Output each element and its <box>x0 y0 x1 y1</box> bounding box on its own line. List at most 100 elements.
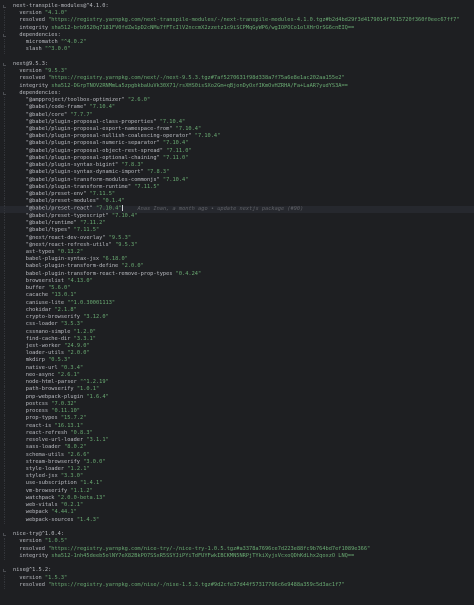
code-line[interactable]: version "9.5.3" <box>0 68 474 76</box>
code-line[interactable]: resolved "https://registry.yarnpkg.com/n… <box>0 581 474 589</box>
fold-icon[interactable] <box>3 569 6 573</box>
code-line[interactable] <box>0 54 474 61</box>
code-line[interactable]: dependencies: <box>0 90 474 97</box>
indent-guide <box>4 169 5 177</box>
code-line[interactable]: use-subscription "1.4.1" <box>0 480 474 488</box>
code-line[interactable]: stream-browserify "3.0.0" <box>0 458 474 466</box>
code-line[interactable]: web-vitals "0.2.1" <box>0 502 474 510</box>
code-line[interactable]: "@babel/preset-env" "7.11.5" <box>0 191 474 199</box>
code-line[interactable]: "@babel/plugin-proposal-object-rest-spre… <box>0 147 474 155</box>
code-line[interactable]: neo-async "2.6.1" <box>0 371 474 380</box>
code-line[interactable]: schema-utils "2.6.6" <box>0 451 474 459</box>
code-line[interactable]: "@babel/runtime" "7.11.2" <box>0 220 474 228</box>
code-line[interactable]: "@babel/plugin-proposal-class-properties… <box>0 118 474 126</box>
gutter <box>0 516 10 524</box>
code-line[interactable]: nise@^1.5.2: <box>0 567 474 574</box>
code-line[interactable]: webpack "4.44.1" <box>0 509 474 517</box>
code-line[interactable]: "@babel/plugin-syntax-bigint" "7.8.3" <box>0 162 474 170</box>
code-line[interactable]: integrity sha512-brb9520q7181FV0fdZw1pD2… <box>0 24 474 32</box>
git-blame-annotation: Anas Inan, a month ago • update nextjs p… <box>137 205 304 212</box>
code-line[interactable]: find-cache-dir "3.3.1" <box>0 335 474 344</box>
code-line[interactable]: buffer "5.6.0" <box>0 285 474 293</box>
fold-icon[interactable] <box>3 33 6 37</box>
code-line[interactable]: dependencies: <box>0 32 474 39</box>
code-line[interactable]: react-is "16.13.1" <box>0 422 474 430</box>
code-line[interactable]: "@next/react-refresh-utils" "9.5.3" <box>0 241 474 249</box>
code-line[interactable]: next-transpile-modules@^4.1.0: <box>0 3 474 10</box>
code-line[interactable] <box>0 524 474 531</box>
code-line[interactable]: babel-plugin-transform-define "2.0.0" <box>0 263 474 271</box>
code-line[interactable]: vm-browserify "1.1.2" <box>0 487 474 495</box>
indent-guide <box>4 516 5 524</box>
code-line[interactable]: process "0.11.10" <box>0 408 474 416</box>
yaml-key: slash <box>25 46 42 53</box>
code-line[interactable]: integrity sha512-DGrpTNOV2RNMmLa5zpgbkba… <box>0 82 474 90</box>
code-line[interactable]: nice-try@^1.0.4: <box>0 531 474 538</box>
code-text: stream-browserify "3.0.0" <box>10 459 474 466</box>
code-line[interactable]: "@babel/plugin-transform-runtime" "7.11.… <box>0 183 474 192</box>
code-line[interactable]: "@babel/plugin-transform-modules-commonj… <box>0 176 474 184</box>
code-line[interactable]: "@babel/core" "7.7.7" <box>0 111 474 119</box>
gutter <box>0 3 10 10</box>
code-line[interactable]: crypto-browserify "3.12.0" <box>0 314 474 322</box>
indent-guide <box>4 111 5 119</box>
code-line[interactable]: "@babel/plugin-proposal-optional-chainin… <box>0 154 474 163</box>
code-line[interactable]: "@next/react-dev-overlay" "9.5.3" <box>0 234 474 242</box>
code-line[interactable]: mkdirp "0.5.3" <box>0 357 474 365</box>
code-line[interactable]: babel-plugin-syntax-jsx "6.18.0" <box>0 256 474 264</box>
code-line[interactable]: jest-worker "24.9.0" <box>0 343 474 351</box>
code-line[interactable]: resolved "https://registry.yarnpkg.com/n… <box>0 17 474 25</box>
code-line[interactable]: sass-loader "8.0.2" <box>0 444 474 452</box>
code-line[interactable]: "@ampproject/toolbox-optimizer" "2.6.0" <box>0 97 474 105</box>
code-line[interactable]: webpack-sources "1.4.3" <box>0 516 474 524</box>
code-line[interactable]: browserslist "4.13.0" <box>0 277 474 286</box>
yaml-key: next@9.5.3: <box>13 60 49 67</box>
code-line[interactable]: integrity sha512-1nh45deeb5olNY7eX82BkPO… <box>0 552 474 561</box>
code-line[interactable]: "@babel/code-frame" "7.10.4" <box>0 104 474 112</box>
code-line[interactable] <box>0 560 474 567</box>
code-line[interactable]: prop-types "15.7.2" <box>0 415 474 423</box>
code-line[interactable]: watchpack "2.0.0-beta.13" <box>0 494 474 503</box>
fold-icon[interactable] <box>3 91 6 95</box>
code-line[interactable]: version "1.0.5" <box>0 538 474 546</box>
code-line[interactable]: resolve-url-loader "3.1.1" <box>0 437 474 445</box>
code-line[interactable]: "@babel/plugin-syntax-dynamic-import" "7… <box>0 169 474 177</box>
code-line[interactable]: version "1.5.3" <box>0 574 474 582</box>
yaml-value: "4.1.0" <box>44 10 68 17</box>
code-line[interactable]: native-url "0.3.4" <box>0 364 474 372</box>
code-line[interactable]: cssnano-simple "1.2.0" <box>0 328 474 336</box>
fold-icon[interactable] <box>3 5 6 8</box>
code-line[interactable]: resolved "https://registry.yarnpkg.com/n… <box>0 75 474 83</box>
code-line[interactable]: "@babel/plugin-proposal-nullish-coalesci… <box>0 133 474 141</box>
yaml-key: "@babel/preset-modules" <box>25 198 100 205</box>
code-line[interactable]: chokidar "2.1.8" <box>0 306 474 315</box>
code-line[interactable]: react-refresh "0.8.3" <box>0 429 474 438</box>
code-line[interactable]: css-loader "3.5.3" <box>0 321 474 329</box>
code-line[interactable]: ast-types "0.13.2" <box>0 248 474 257</box>
code-line[interactable]: slash "^3.0.0" <box>0 46 474 54</box>
code-line[interactable]: pnp-webpack-plugin "1.6.4" <box>0 393 474 401</box>
yaml-key: "@babel/plugin-proposal-object-rest-spre… <box>25 147 163 154</box>
indent-guide <box>4 386 5 394</box>
code-line[interactable]: postcss "7.0.32" <box>0 400 474 409</box>
code-line[interactable]: "@babel/types" "7.11.5" <box>0 227 474 235</box>
code-line[interactable]: micromatch "^4.0.2" <box>0 39 474 47</box>
fold-icon[interactable] <box>3 533 6 537</box>
code-line[interactable]: node-html-parser "^1.2.19" <box>0 379 474 387</box>
code-line[interactable]: "@babel/preset-typescript" "7.10.4" <box>0 212 474 221</box>
code-line[interactable]: cacache "13.0.1" <box>0 292 474 300</box>
code-line[interactable]: "@babel/plugin-proposal-export-namespace… <box>0 125 474 134</box>
code-line[interactable]: loader-utils "2.0.0" <box>0 350 474 358</box>
code-line[interactable]: path-browserify "1.0.1" <box>0 386 474 394</box>
code-line[interactable]: version "4.1.0" <box>0 10 474 18</box>
fold-icon[interactable] <box>3 62 6 66</box>
code-editor[interactable]: next-transpile-modules@^4.1.0: version "… <box>0 0 474 605</box>
code-line[interactable]: babel-plugin-transform-react-remove-prop… <box>0 270 474 278</box>
code-line[interactable]: next@9.5.3: <box>0 61 474 68</box>
code-line[interactable]: caniuse-lite "^1.0.30001113" <box>0 299 474 307</box>
code-line[interactable]: resolved "https://registry.yarnpkg.com/n… <box>0 545 474 553</box>
code-line[interactable]: style-loader "1.2.1" <box>0 466 474 474</box>
code-line[interactable]: "@babel/preset-react" "7.10.4" Anas Inan,… <box>0 205 474 213</box>
code-line[interactable]: styled-jsx "3.3.0" <box>0 473 474 481</box>
code-line[interactable]: "@babel/plugin-proposal-numeric-separato… <box>0 140 474 148</box>
